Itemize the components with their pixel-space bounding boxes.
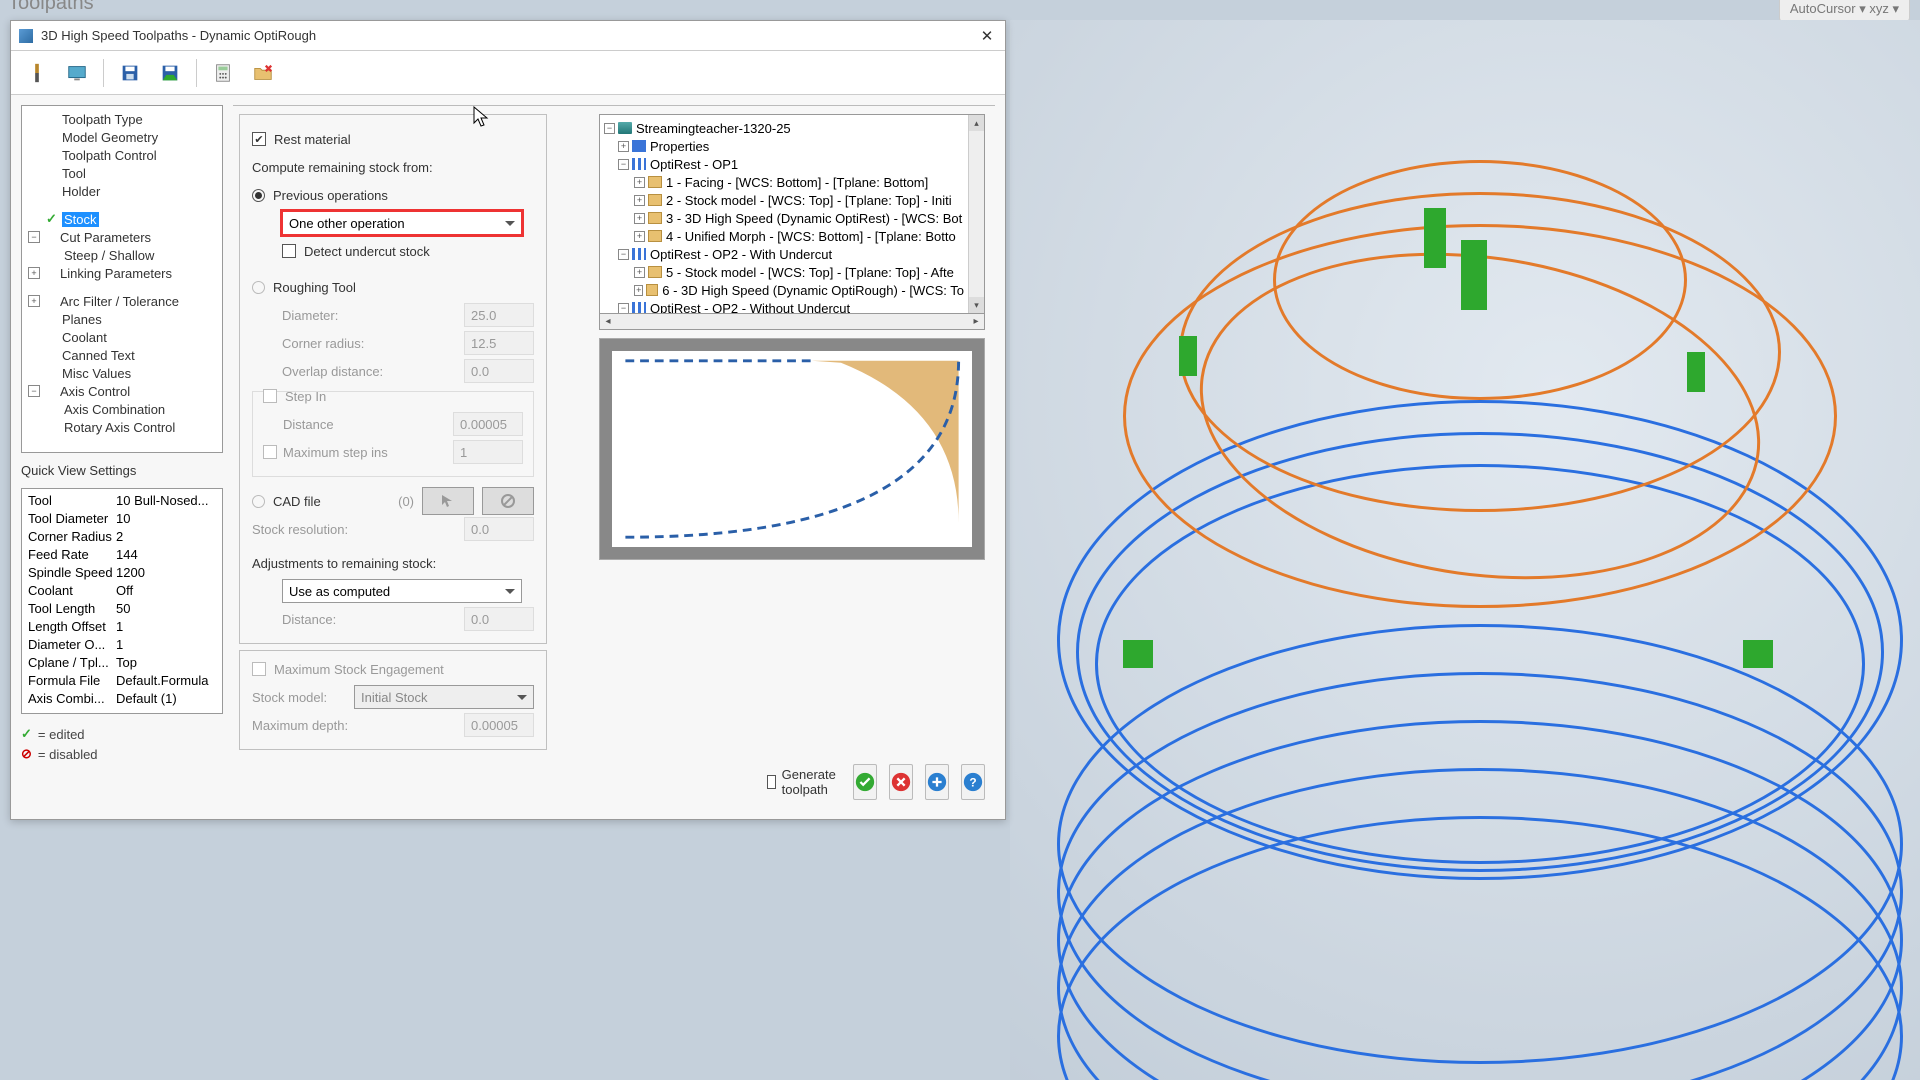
svg-text:?: ?	[969, 776, 976, 790]
tree-misc-values[interactable]: Misc Values	[28, 364, 216, 382]
expand-icon[interactable]: +	[28, 267, 40, 279]
close-button[interactable]: ✕	[977, 26, 997, 46]
overlap-input: 0.0	[464, 359, 534, 383]
tree-holder[interactable]: Holder	[28, 182, 216, 200]
tree-cut-parameters[interactable]: −Cut Parameters	[28, 228, 216, 246]
tree-rotary-axis[interactable]: Rotary Axis Control	[28, 418, 216, 436]
dialog-footer: Generate toolpath ?	[493, 761, 985, 803]
screen-icon[interactable]	[61, 57, 93, 89]
param-tree[interactable]: Toolpath Type Model Geometry Toolpath Co…	[21, 105, 223, 453]
ops-vscroll[interactable]: ▴▾	[968, 115, 984, 313]
diameter-input: 25.0	[464, 303, 534, 327]
tree-planes[interactable]: Planes	[28, 310, 216, 328]
rest-material-checkbox[interactable]	[252, 132, 266, 146]
collapse-icon[interactable]: −	[28, 385, 40, 397]
tree-toolpath-control[interactable]: Toolpath Control	[28, 146, 216, 164]
prev-ops-select[interactable]: One other operation	[282, 211, 522, 235]
cad-file-radio[interactable]	[252, 495, 265, 508]
stepin-checkbox	[263, 389, 277, 403]
quickview-panel: Tool10 Bull-Nosed... Tool Diameter10 Cor…	[21, 488, 223, 714]
save-green-icon[interactable]	[154, 57, 186, 89]
previous-ops-radio[interactable]	[252, 189, 265, 202]
rest-material-label: Rest material	[274, 132, 351, 147]
ops-hscroll[interactable]: ◂▸	[599, 314, 985, 330]
stock-model-select: Initial Stock	[354, 685, 534, 709]
detect-undercut-checkbox[interactable]	[282, 244, 296, 258]
toolpath-wireframe	[1010, 160, 1920, 960]
stepin-distance-input: 0.00005	[453, 412, 523, 436]
cursor-icon	[473, 106, 489, 130]
stock-page: Rest material Compute remaining stock fr…	[233, 105, 995, 809]
stock-resolution-input: 0.0	[464, 517, 534, 541]
scroll-up-icon[interactable]: ▴	[969, 115, 984, 131]
generate-toolpath-checkbox[interactable]	[767, 775, 776, 789]
expand-icon[interactable]: +	[28, 295, 40, 307]
stock-preview	[599, 338, 985, 560]
dialog-title: 3D High Speed Toolpaths - Dynamic OptiRo…	[41, 28, 977, 43]
corner-radius-input: 12.5	[464, 331, 534, 355]
tree-axis-combination[interactable]: Axis Combination	[28, 400, 216, 418]
legend: ✓= edited ⊘= disabled	[21, 722, 223, 762]
apply-button[interactable]	[925, 764, 949, 800]
cancel-button[interactable]	[889, 764, 913, 800]
scroll-left-icon[interactable]: ◂	[600, 316, 616, 327]
tree-model-geometry[interactable]: Model Geometry	[28, 128, 216, 146]
scroll-down-icon[interactable]: ▾	[969, 297, 984, 313]
check-icon: ✓	[21, 726, 32, 742]
compute-from-label: Compute remaining stock from:	[252, 160, 433, 175]
operations-tree[interactable]: −Streamingteacher-1320-25 +Properties −O…	[599, 114, 985, 314]
folder-x-icon[interactable]	[247, 57, 279, 89]
tree-stock[interactable]: ✓Stock	[28, 210, 216, 228]
quickview-title: Quick View Settings	[21, 461, 223, 480]
check-icon: ✓	[46, 211, 58, 227]
tool-icon[interactable]	[21, 57, 53, 89]
tree-coolant[interactable]: Coolant	[28, 328, 216, 346]
tree-linking-parameters[interactable]: +Linking Parameters	[28, 264, 216, 282]
titlebar[interactable]: 3D High Speed Toolpaths - Dynamic OptiRo…	[11, 21, 1005, 51]
tree-axis-control[interactable]: −Axis Control	[28, 382, 216, 400]
tree-tool[interactable]: Tool	[28, 164, 216, 182]
tree-arc-filter[interactable]: +Arc Filter / Tolerance	[28, 292, 216, 310]
max-step-ins-checkbox	[263, 445, 277, 459]
tree-steep-shallow[interactable]: Steep / Shallow	[28, 246, 216, 264]
max-depth-input: 0.00005	[464, 713, 534, 737]
adjustments-select[interactable]: Use as computed	[282, 579, 522, 603]
tree-canned-text[interactable]: Canned Text	[28, 346, 216, 364]
save-icon[interactable]	[114, 57, 146, 89]
scroll-right-icon[interactable]: ▸	[968, 316, 984, 327]
help-button[interactable]: ?	[961, 764, 985, 800]
roughing-tool-radio[interactable]	[252, 281, 265, 294]
ok-button[interactable]	[853, 764, 877, 800]
adjust-distance-input: 0.0	[464, 607, 534, 631]
dialog-icon	[19, 29, 33, 43]
tree-toolpath-type[interactable]: Toolpath Type	[28, 110, 216, 128]
max-step-ins-input: 1	[453, 440, 523, 464]
dialog-toolbar	[11, 51, 1005, 95]
toolpath-dialog: 3D High Speed Toolpaths - Dynamic OptiRo…	[10, 20, 1006, 820]
collapse-icon[interactable]: −	[28, 231, 40, 243]
autocursor-toolbar[interactable]: AutoCursor ▾ xyz ▾	[1779, 0, 1910, 22]
max-engage-checkbox	[252, 662, 266, 676]
graphics-viewport[interactable]	[1010, 20, 1920, 1080]
cad-select-button[interactable]	[422, 487, 474, 515]
cad-clear-button[interactable]	[482, 487, 534, 515]
disabled-icon: ⊘	[21, 746, 32, 762]
page-fragment-title: Toolpaths	[8, 0, 94, 15]
calculator-icon[interactable]	[207, 57, 239, 89]
